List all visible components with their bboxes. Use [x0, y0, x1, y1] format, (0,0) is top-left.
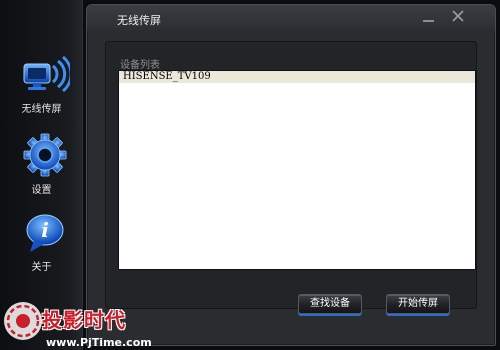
watermark: 投影时代 www.PjTime.com	[0, 292, 170, 350]
sidebar-item-label: 设置	[31, 185, 52, 196]
sidebar-item-settings[interactable]: 设置	[0, 133, 83, 203]
device-list-label: 设备列表	[120, 60, 160, 71]
minimize-icon	[423, 20, 434, 22]
app-root: 无线传屏 设置 i 关于 无线传屏 设备列表 HISENSE_TV109 查找设…	[0, 0, 500, 350]
minimize-button[interactable]	[419, 9, 437, 25]
title-bar[interactable]: 无线传屏	[87, 5, 495, 31]
close-icon	[452, 10, 464, 22]
wireless-screen-icon	[23, 55, 70, 93]
sidebar-item-about[interactable]: i 关于	[0, 210, 83, 280]
watermark-logo	[4, 302, 42, 340]
start-casting-button[interactable]: 开始传屏	[386, 294, 450, 314]
list-item[interactable]: HISENSE_TV109	[119, 71, 475, 83]
window-title: 无线传屏	[117, 14, 161, 27]
sidebar-item-wireless-screen[interactable]: 无线传屏	[0, 54, 83, 124]
device-panel: 设备列表 HISENSE_TV109 查找设备 开始传屏	[105, 41, 477, 314]
find-devices-button[interactable]: 查找设备	[298, 294, 362, 314]
close-button[interactable]	[449, 7, 467, 25]
device-list[interactable]: HISENSE_TV109	[118, 70, 476, 270]
svg-text:i: i	[41, 218, 49, 242]
watermark-title: 投影时代	[42, 308, 126, 332]
watermark-url: www.PjTime.com	[46, 336, 152, 349]
sidebar-item-label: 关于	[31, 262, 52, 273]
sidebar-item-label: 无线传屏	[21, 104, 62, 115]
gear-icon	[23, 133, 67, 177]
info-icon: i	[26, 214, 64, 252]
